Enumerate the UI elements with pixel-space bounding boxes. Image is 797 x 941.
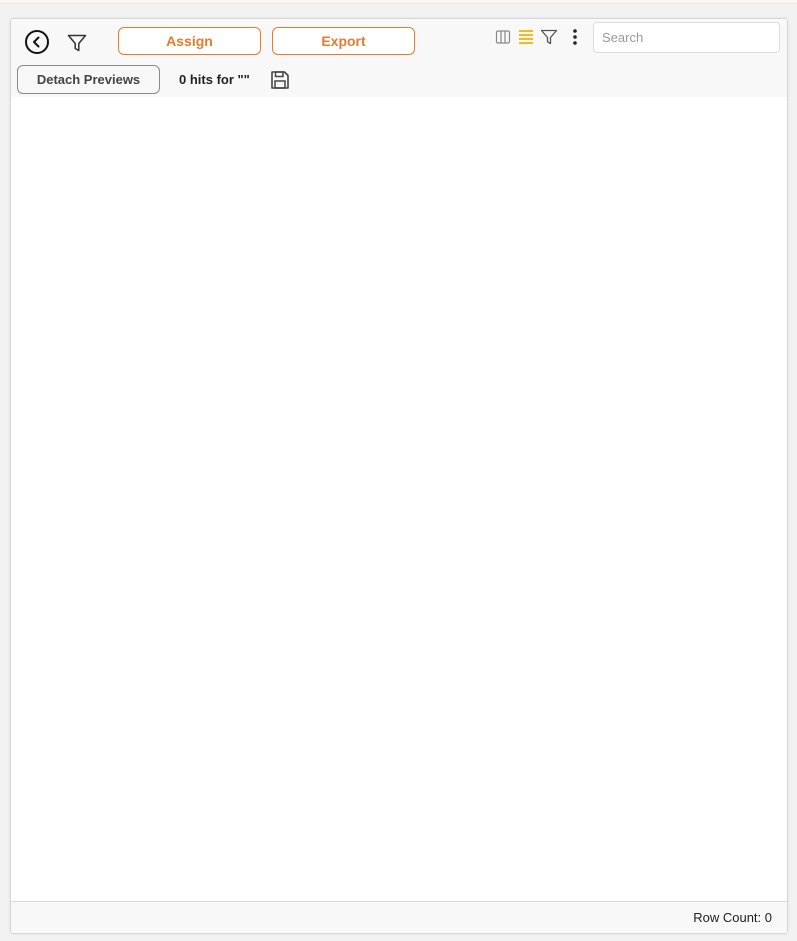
save-search-button[interactable] <box>268 68 292 92</box>
funnel-icon <box>67 34 87 52</box>
export-button[interactable]: Export <box>272 27 415 55</box>
row-count: Row Count: 0 <box>693 910 772 925</box>
back-button[interactable] <box>24 29 50 55</box>
top-strip <box>0 0 797 4</box>
vertical-ellipsis-icon <box>573 29 577 45</box>
assign-button[interactable]: Assign <box>118 27 261 55</box>
funnel-icon <box>540 29 558 45</box>
list-view-button[interactable] <box>517 28 535 46</box>
columns-view-button[interactable] <box>494 28 512 46</box>
arrow-left-circle-icon <box>25 30 49 54</box>
detach-previews-button[interactable]: Detach Previews <box>17 65 160 94</box>
results-grid <box>11 97 787 901</box>
hits-summary: 0 hits for "" <box>179 72 250 87</box>
list-icon <box>519 30 533 44</box>
floppy-disk-icon <box>271 71 289 89</box>
toolbar: Assign Export Search Detach Previews 0 h… <box>11 19 787 97</box>
search-input[interactable] <box>593 22 780 53</box>
filter-toggle-button[interactable] <box>65 31 89 55</box>
column-filter-button[interactable] <box>539 27 559 47</box>
more-options-button[interactable] <box>567 26 583 48</box>
results-panel: Assign Export Search Detach Previews 0 h… <box>10 18 788 934</box>
columns-icon <box>495 30 511 44</box>
status-footer: Row Count: 0 <box>11 901 787 933</box>
